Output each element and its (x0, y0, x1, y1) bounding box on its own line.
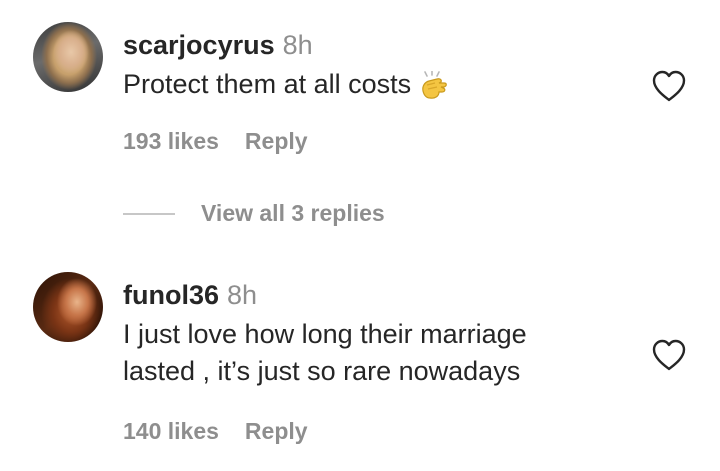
comment-text: I just love how long their marriage last… (123, 316, 527, 390)
reply-button[interactable]: Reply (245, 418, 308, 444)
username[interactable]: funol36 (123, 280, 219, 310)
comment-text-line: I just love how long their marriage (123, 319, 527, 349)
comment-item: funol36 8h I just love how long their mar… (0, 0, 720, 471)
like-heart-icon[interactable] (651, 338, 687, 372)
comment-text-line: lasted , it’s just so rare nowadays (123, 356, 521, 386)
comment-header: funol36 8h (123, 280, 257, 311)
comment-actions: 140 likes Reply (123, 418, 308, 445)
likes-count[interactable]: 140 likes (123, 418, 219, 444)
avatar[interactable] (33, 272, 103, 342)
comments-section: scarjocyrus 8h Protect them at all costs … (0, 0, 720, 471)
timestamp: 8h (227, 280, 258, 310)
